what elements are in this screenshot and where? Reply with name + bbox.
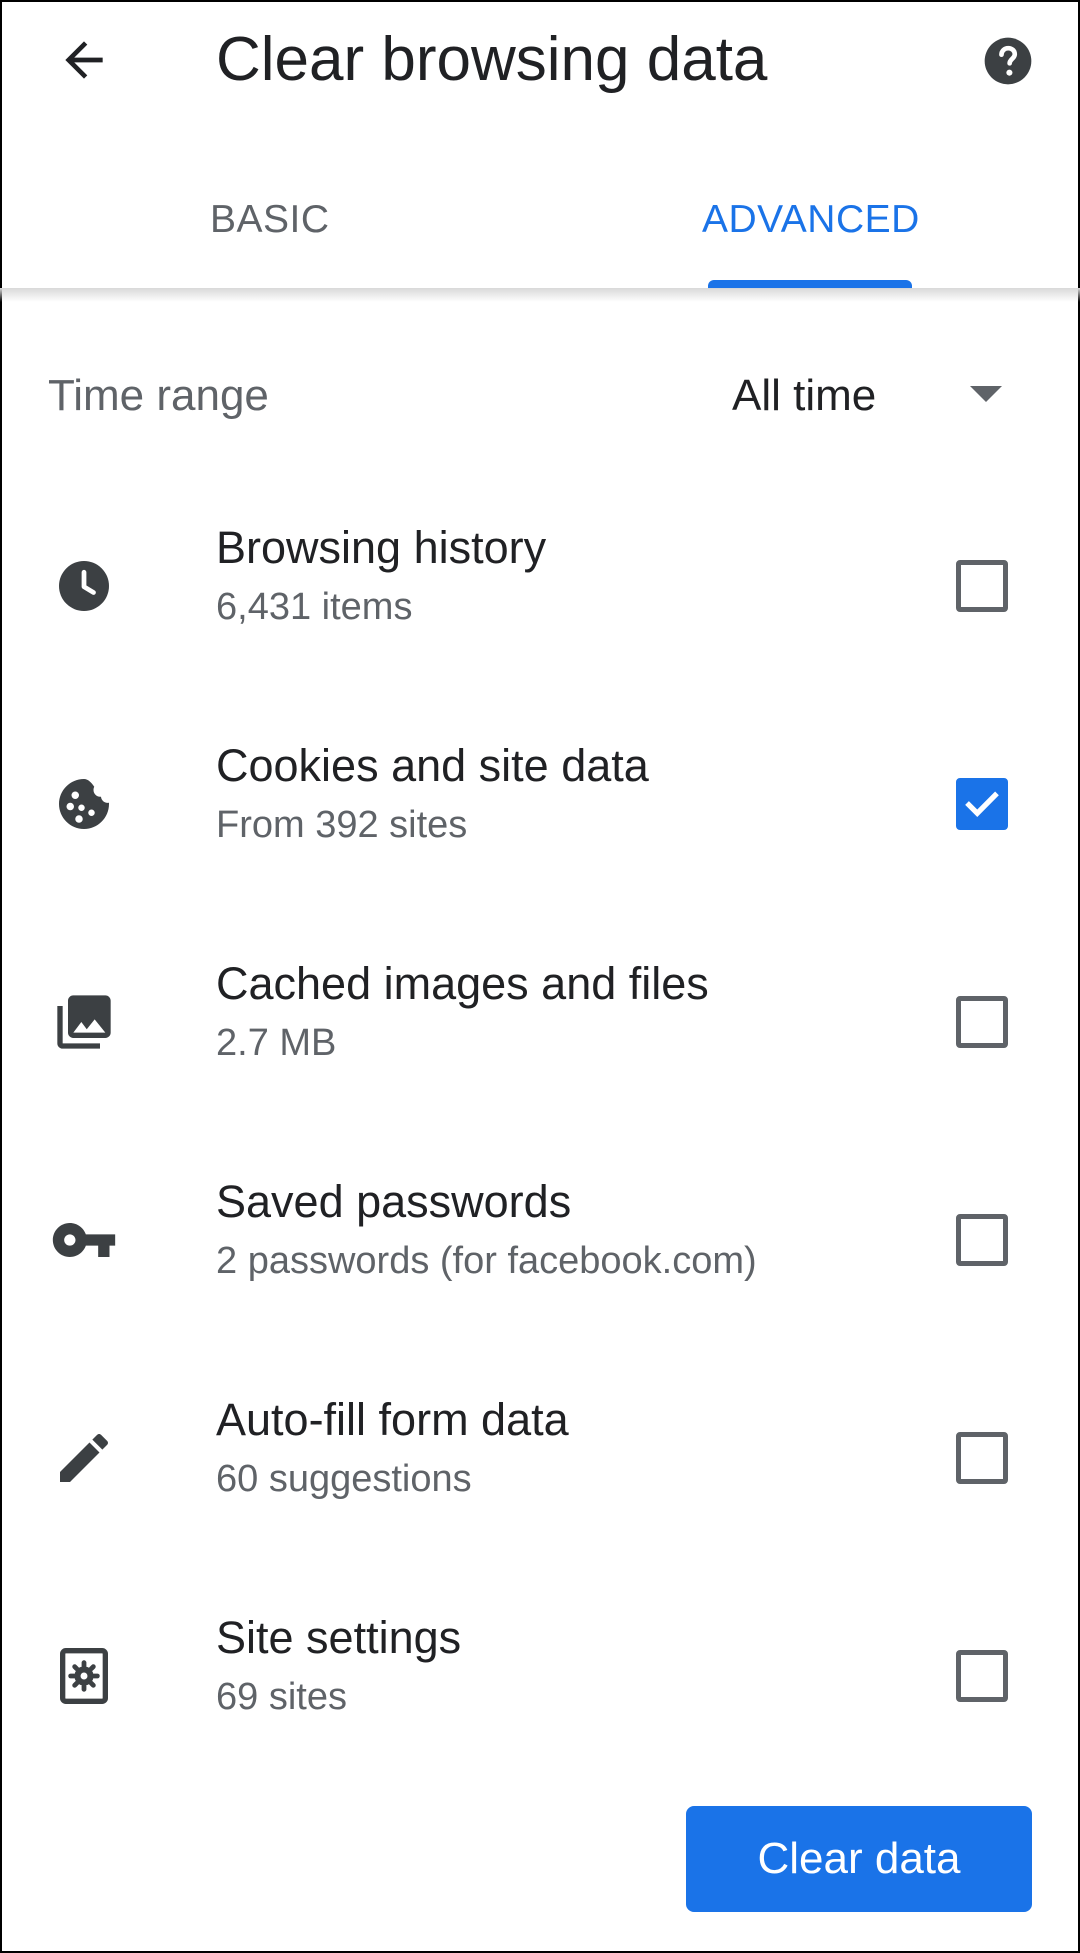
item-subtitle: 60 suggestions <box>216 1458 472 1500</box>
tab-bar-shadow <box>0 288 1080 302</box>
time-range-dropdown[interactable]: All time <box>700 356 1030 436</box>
list-item-cached-images[interactable]: Cached images and files 2.7 MB <box>0 936 1080 1116</box>
cookies-checkbox[interactable] <box>956 778 1008 830</box>
help-icon <box>984 37 1032 85</box>
arrow-back-icon <box>65 41 103 79</box>
tab-bar: BASIC ADVANCED <box>0 160 1080 289</box>
clock-icon <box>48 550 120 622</box>
list-item-autofill[interactable]: Auto-fill form data 60 suggestions <box>0 1372 1080 1552</box>
list-item-saved-passwords[interactable]: Saved passwords 2 passwords (for faceboo… <box>0 1154 1080 1334</box>
saved-passwords-checkbox[interactable] <box>956 1214 1008 1266</box>
item-title: Saved passwords <box>216 1176 572 1227</box>
item-title: Browsing history <box>216 522 547 573</box>
time-range-value: All time <box>732 371 877 420</box>
item-title: Cookies and site data <box>216 740 649 791</box>
page-title: Clear browsing data <box>216 25 768 94</box>
top-app-bar: Clear browsing data <box>0 0 1080 120</box>
tab-advanced[interactable]: ADVANCED <box>702 190 920 250</box>
list-item-site-settings[interactable]: Site settings 69 sites <box>0 1590 1080 1770</box>
dropdown-arrow-icon <box>970 386 1002 402</box>
item-title: Cached images and files <box>216 958 709 1009</box>
item-subtitle: From 392 sites <box>216 804 468 846</box>
site-settings-checkbox[interactable] <box>956 1650 1008 1702</box>
back-button[interactable] <box>44 24 124 96</box>
list-item-browsing-history[interactable]: Browsing history 6,431 items <box>0 500 1080 680</box>
cookie-icon <box>48 768 120 840</box>
images-icon <box>48 986 120 1058</box>
time-range-label: Time range <box>48 371 269 420</box>
item-title: Auto-fill form data <box>216 1394 569 1445</box>
item-subtitle: 6,431 items <box>216 586 413 628</box>
tab-basic[interactable]: BASIC <box>210 190 330 250</box>
checkmark-icon <box>965 791 999 817</box>
item-title: Site settings <box>216 1612 462 1663</box>
list-item-cookies[interactable]: Cookies and site data From 392 sites <box>0 718 1080 898</box>
help-button[interactable] <box>968 26 1048 96</box>
browsing-history-checkbox[interactable] <box>956 560 1008 612</box>
autofill-checkbox[interactable] <box>956 1432 1008 1484</box>
key-icon <box>48 1204 120 1276</box>
clear-data-button[interactable]: Clear data <box>686 1806 1032 1912</box>
item-subtitle: 2.7 MB <box>216 1022 337 1064</box>
item-subtitle: 69 sites <box>216 1676 347 1718</box>
cached-images-checkbox[interactable] <box>956 996 1008 1048</box>
pencil-icon <box>48 1422 120 1494</box>
item-subtitle: 2 passwords (for facebook.com) <box>216 1240 757 1282</box>
site-settings-icon <box>48 1640 120 1712</box>
